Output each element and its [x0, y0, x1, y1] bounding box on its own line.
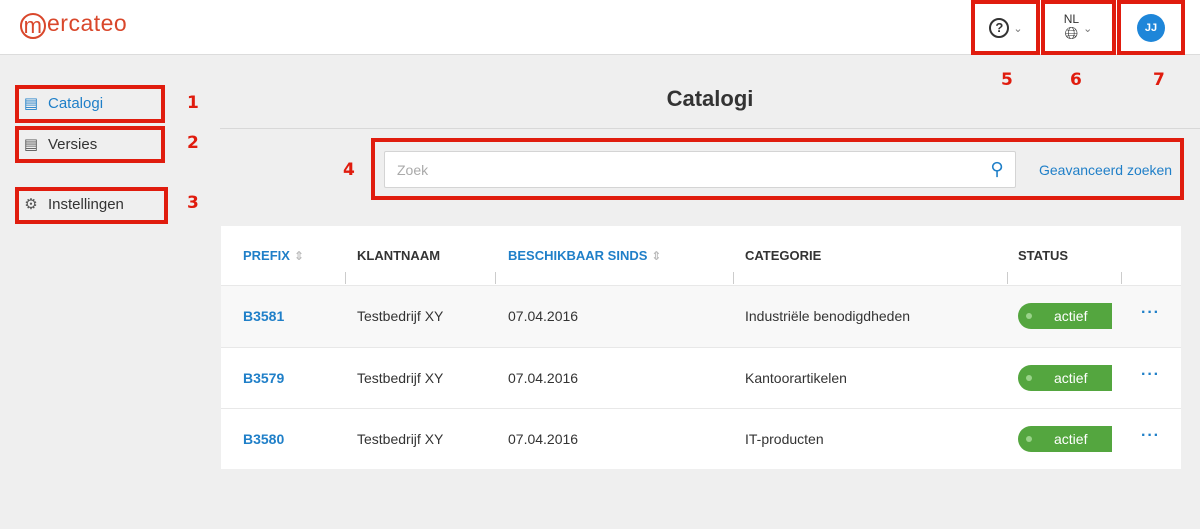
- advanced-search-link[interactable]: Geavanceerd zoeken: [1039, 162, 1172, 178]
- annotation-number: 5: [1001, 70, 1013, 90]
- search-field: ⚲: [384, 151, 1016, 188]
- annotation-number: 2: [187, 133, 199, 153]
- table-row: B3581 Testbedrijf XY 07.04.2016 Industri…: [221, 285, 1181, 347]
- sidebar-item-label: Versies: [48, 135, 98, 153]
- annotation-number: 1: [187, 93, 199, 113]
- divider: [220, 128, 1200, 129]
- annotation-number: 3: [187, 193, 199, 213]
- versions-icon: ▤: [23, 136, 39, 153]
- table-header: PREFIX ⇕ KLANTNAAM BESCHIKBAAR SINDS ⇕ CAT…: [221, 226, 1181, 285]
- column-header-status: STATUS: [1018, 248, 1069, 263]
- customer-name: Testbedrijf XY: [357, 308, 444, 324]
- sidebar-item-catalogi[interactable]: ▤ Catalogi: [22, 94, 104, 113]
- sidebar-item-instellingen[interactable]: ⚙ Instellingen: [22, 195, 124, 214]
- user-menu-button[interactable]: JJ: [1120, 0, 1182, 55]
- column-header-prefix[interactable]: PREFIX ⇕: [243, 248, 304, 263]
- search-input[interactable]: [385, 152, 979, 187]
- avatar: JJ: [1137, 13, 1165, 42]
- available-since: 07.04.2016: [508, 308, 579, 324]
- customer-name: Testbedrijf XY: [357, 431, 444, 447]
- column-divider: [1121, 272, 1122, 284]
- status-badge: actief: [1018, 365, 1112, 391]
- available-since: 07.04.2016: [508, 370, 579, 386]
- catalog-table: PREFIX ⇕ KLANTNAAM BESCHIKBAAR SINDS ⇕ CAT…: [221, 226, 1181, 469]
- column-header-categorie: CATEGORIE: [745, 248, 822, 263]
- search-icon[interactable]: ⚲: [979, 159, 1015, 180]
- chevron-down-icon: ⌄: [1013, 23, 1023, 35]
- column-divider: [1007, 272, 1008, 284]
- question-circle-icon: ?: [989, 17, 1010, 38]
- sidebar-item-versies[interactable]: ▤ Versies: [22, 135, 98, 154]
- sort-icon: ⇕: [293, 249, 305, 263]
- more-actions-button[interactable]: ···: [1141, 427, 1160, 445]
- prefix-link[interactable]: B3581: [243, 308, 284, 324]
- table-row: B3579 Testbedrijf XY 07.04.2016 Kantoora…: [221, 347, 1181, 409]
- sort-icon: ⇕: [651, 249, 662, 263]
- table-row: B3580 Testbedrijf XY 07.04.2016 IT-produ…: [221, 408, 1181, 470]
- customer-name: Testbedrijf XY: [357, 370, 444, 386]
- column-divider: [733, 272, 734, 284]
- more-actions-button[interactable]: ···: [1141, 366, 1160, 384]
- annotation-number: 7: [1153, 70, 1165, 90]
- more-actions-button[interactable]: ···: [1141, 304, 1160, 322]
- annotation-number: 6: [1070, 70, 1082, 90]
- gear-icon: ⚙: [24, 196, 38, 213]
- catalog-icon: ▤: [23, 95, 39, 112]
- sidebar-item-label: Instellingen: [48, 195, 124, 213]
- category: Kantoorartikelen: [745, 370, 847, 386]
- chevron-down-icon: ⌄: [1083, 23, 1093, 35]
- status-badge: actief: [1018, 426, 1112, 452]
- page-title: Catalogi: [666, 86, 754, 111]
- sidebar-item-label: Catalogi: [48, 94, 104, 112]
- prefix-link[interactable]: B3580: [243, 431, 284, 447]
- help-menu-button[interactable]: ? ⌄: [975, 0, 1037, 55]
- prefix-link[interactable]: B3579: [243, 370, 284, 386]
- category: Industriële benodigdheden: [745, 308, 911, 324]
- available-since: 07.04.2016: [508, 431, 579, 447]
- category: IT-producten: [745, 431, 824, 447]
- column-divider: [495, 272, 496, 284]
- column-divider: [345, 272, 346, 284]
- top-bar: m ercateo ? ⌄ NL 🌐︎ ⌄ JJ: [0, 0, 1200, 55]
- column-header-klantnaam: KLANTNAAM: [357, 248, 441, 263]
- annotation-number: 4: [343, 160, 355, 180]
- column-header-beschikbaar-sinds[interactable]: BESCHIKBAAR SINDS ⇕: [508, 248, 661, 263]
- globe-icon: 🌐︎: [1064, 24, 1079, 43]
- status-badge: actief: [1018, 303, 1112, 329]
- language-menu-button[interactable]: NL 🌐︎ ⌄: [1044, 0, 1112, 55]
- mercateo-logo[interactable]: m ercateo: [20, 10, 127, 39]
